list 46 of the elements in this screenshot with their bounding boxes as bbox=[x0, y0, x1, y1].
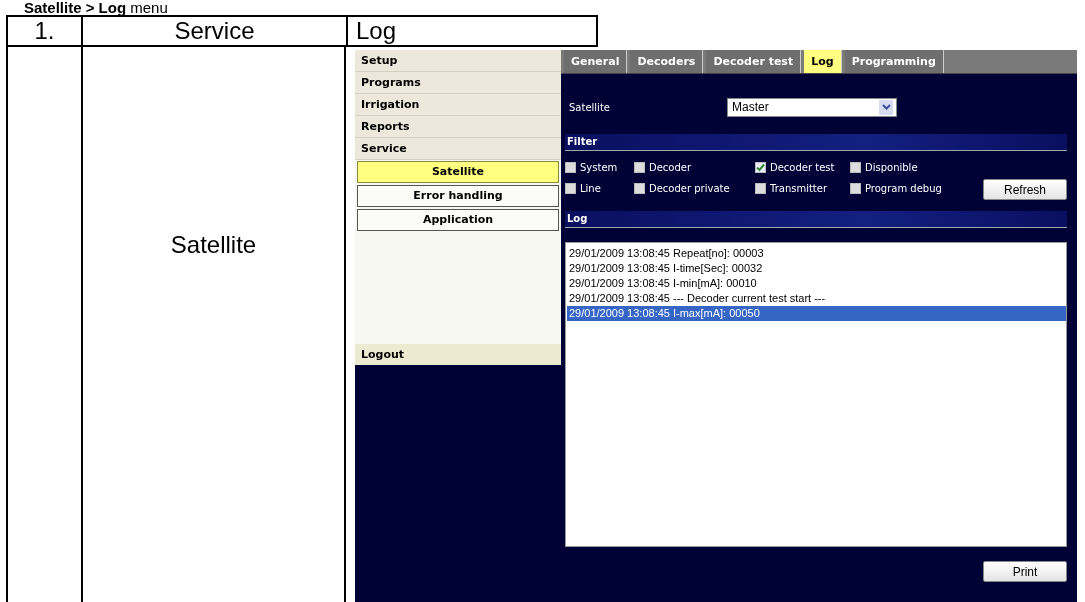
checkbox[interactable] bbox=[565, 183, 576, 194]
menu-item[interactable]: Service bbox=[355, 138, 561, 160]
tab[interactable]: General bbox=[564, 50, 628, 73]
tab[interactable]: Programming bbox=[844, 50, 944, 73]
logout-item[interactable]: Logout bbox=[355, 344, 561, 365]
checkbox-label: Decoder bbox=[649, 162, 692, 173]
submenu-item[interactable]: Error handling bbox=[357, 185, 559, 207]
checkbox-label: Decoder private bbox=[649, 183, 730, 194]
checkbox[interactable] bbox=[634, 162, 645, 173]
tab[interactable]: Decoder test bbox=[706, 50, 802, 73]
checkbox-label: Line bbox=[580, 183, 601, 194]
checkbox-label: Program debug bbox=[865, 183, 942, 194]
checkbox[interactable] bbox=[634, 183, 645, 194]
tab[interactable]: Log bbox=[804, 50, 842, 73]
log-entry[interactable]: 29/01/2009 13:08:45 I-time[Sec]: 00032 bbox=[567, 261, 1066, 276]
refresh-button[interactable]: Refresh bbox=[983, 179, 1067, 200]
checkbox[interactable] bbox=[755, 162, 766, 173]
submenu-item[interactable]: Application bbox=[357, 209, 559, 231]
checkbox[interactable] bbox=[850, 183, 861, 194]
table-cell: Satellite bbox=[170, 230, 257, 259]
section-header: Log bbox=[565, 211, 1067, 228]
print-button[interactable]: Print bbox=[983, 561, 1067, 582]
table-cell: Log bbox=[356, 17, 397, 45]
checkbox-label: System bbox=[580, 162, 618, 173]
satellite-dropdown[interactable]: Master bbox=[727, 97, 897, 117]
log-entry[interactable]: 29/01/2009 13:08:45 --- Decoder current test start --- bbox=[567, 291, 1066, 306]
table-cell: 1. bbox=[34, 17, 55, 45]
checkbox[interactable] bbox=[565, 162, 576, 173]
tab[interactable]: Decoders bbox=[630, 50, 704, 73]
log-entry[interactable]: 29/01/2009 13:08:45 I-max[mA]: 00050 bbox=[567, 306, 1066, 321]
log-entry[interactable]: 29/01/2009 13:08:45 Repeat[no]: 00003 bbox=[567, 246, 1066, 261]
field-label: Satellite bbox=[568, 101, 611, 113]
section-header: Filter bbox=[565, 134, 1067, 151]
section-heading: Satellite > Log menu bbox=[23, 0, 169, 15]
menu-item[interactable]: Programs bbox=[355, 72, 561, 94]
checkbox[interactable] bbox=[755, 183, 766, 194]
checkbox-label: Decoder test bbox=[770, 162, 835, 173]
table-cell: Service bbox=[174, 17, 255, 45]
checkbox-label: Transmitter bbox=[770, 183, 828, 194]
submenu-item[interactable]: Satellite bbox=[357, 161, 559, 183]
menu-item[interactable]: Setup bbox=[355, 50, 561, 72]
checkbox-label: Disponible bbox=[865, 162, 918, 173]
menu-item[interactable]: Irrigation bbox=[355, 94, 561, 116]
menu-item[interactable]: Reports bbox=[355, 116, 561, 138]
checkbox[interactable] bbox=[850, 162, 861, 173]
log-entry[interactable]: 29/01/2009 13:08:45 I-min[mA]: 00010 bbox=[567, 276, 1066, 291]
